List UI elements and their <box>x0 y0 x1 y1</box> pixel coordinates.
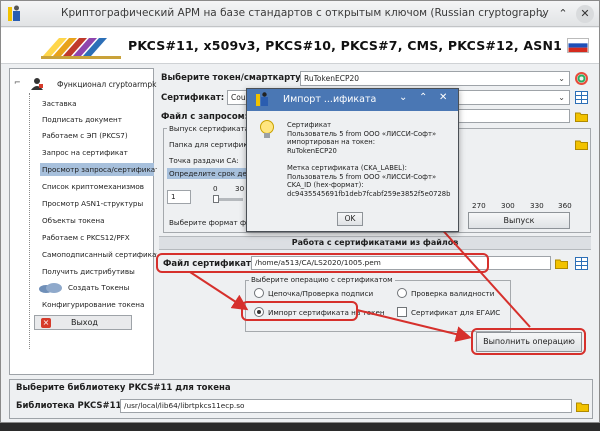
sidebar-item-selfsigned[interactable]: Самоподписанный сертификат <box>40 248 163 261</box>
msg-line: Пользователь 5 from ООО «ЛИССИ-Софт» <box>287 172 437 181</box>
cloud-icon <box>39 283 62 293</box>
token-label: Выберите токен/смарткарту: <box>161 73 305 83</box>
minimize-icon[interactable]: ⌄ <box>533 5 551 23</box>
library-label: Библиотека PKCS#11: <box>16 401 125 411</box>
user-icon <box>31 78 43 90</box>
header-banner: PKCS#11, x509v3, PKCS#10, PKCS#7, CMS, P… <box>1 28 599 64</box>
slider-tick: 300 <box>501 201 515 210</box>
highlight-cert-file <box>156 253 489 273</box>
maximize-icon[interactable]: ⌃ <box>554 5 572 23</box>
egais-checkbox[interactable] <box>397 307 407 317</box>
issue-button[interactable]: Выпуск <box>468 212 570 229</box>
dialog-message: Сертификат Пользователь 5 from ООО «ЛИСС… <box>287 121 450 198</box>
color-wheel-icon[interactable] <box>575 72 588 85</box>
function-tree: ⌐ Функционал cryptoarmpkcs Заставка Подп… <box>9 68 165 375</box>
app-person-icon <box>8 5 20 21</box>
sidebar-item-distributions[interactable]: Получить дистрибутивы <box>40 265 137 278</box>
request-file-input[interactable] <box>457 109 570 123</box>
dialog-minimize-icon[interactable]: ⌄ <box>399 92 407 103</box>
folder-icon[interactable] <box>575 110 588 123</box>
msg-line: Пользователь 5 from ООО «ЛИССИ-Софт» <box>287 129 437 138</box>
info-bulb-icon <box>260 120 274 138</box>
folder-icon[interactable] <box>576 400 589 413</box>
sidebar-item-request[interactable]: Запрос на сертификат <box>40 146 130 159</box>
cryptoarm-logo-icon <box>41 38 121 59</box>
highlight-run-button <box>471 328 586 355</box>
sidebar-item-splash[interactable]: Заставка <box>40 97 79 110</box>
tree-line <box>29 93 30 349</box>
table-icon[interactable] <box>575 257 588 270</box>
request-file-label: Файл с запросом: <box>161 112 249 122</box>
background-strip <box>0 423 600 431</box>
library-path-input[interactable]: /usr/local/lib64/librtpkcs11ecp.so <box>120 399 572 413</box>
pkcs11-library-panel: Выберите библиотеку PKCS#11 для токена Б… <box>9 379 593 419</box>
radio-chain[interactable] <box>254 288 264 298</box>
collapse-icon[interactable]: ⌐ <box>14 78 21 87</box>
library-panel-title: Выберите библиотеку PKCS#11 для токена <box>16 383 231 393</box>
folder-icon[interactable] <box>555 257 568 270</box>
dialog-title-bar: Импорт ...ификата ⌄ ⌃ ✕ <box>247 89 458 111</box>
title-bar: Криптографический АРМ на базе стандартов… <box>1 1 599 27</box>
slider-tick: 330 <box>530 201 544 210</box>
exit-label: Выход <box>71 318 98 327</box>
radio-validity-label: Проверка валидности <box>411 289 495 298</box>
radio-chain-label: Цепочка/Проверка подписи <box>268 289 374 298</box>
standards-heading: PKCS#11, x509v3, PKCS#10, PKCS#7, CMS, P… <box>128 38 563 53</box>
ok-button[interactable]: OK <box>337 212 363 226</box>
chevron-down-icon: ⌄ <box>558 74 565 83</box>
slider-tick: 360 <box>558 201 572 210</box>
msg-line: Метка сертификата (CKA_LABEL): <box>287 163 407 172</box>
ca-point-label: Точка раздачи CA: <box>169 156 239 165</box>
exit-button[interactable]: × Выход <box>34 315 132 330</box>
token-value: RuTokenECP20 <box>304 74 360 83</box>
issue-group-title: Выпуск сертификата <box>167 124 252 133</box>
highlight-import-option <box>241 301 358 321</box>
dialog-title: Импорт ...ификата <box>283 94 377 105</box>
close-icon[interactable]: ✕ <box>576 5 594 23</box>
chevron-down-icon: ⌄ <box>558 93 565 102</box>
msg-line: Сертификат <box>287 121 332 129</box>
slider-tick: 0 <box>213 184 218 193</box>
validity-spinner[interactable]: 1 <box>167 190 191 204</box>
table-icon[interactable] <box>575 91 588 104</box>
sidebar-item-token-objects[interactable]: Объекты токена <box>40 214 107 227</box>
russian-flag-icon[interactable] <box>567 38 589 53</box>
sidebar-item-pkcs7[interactable]: Работаем с ЭП (PKCS7) <box>40 129 130 142</box>
sidebar-item-create-tokens[interactable]: Создать Токены <box>66 281 131 294</box>
folder-icon[interactable] <box>575 138 588 151</box>
import-result-dialog: Импорт ...ификата ⌄ ⌃ ✕ Сертификат Польз… <box>246 88 459 232</box>
egais-label: Сертификат для ЕГАИС <box>411 308 501 317</box>
validity-slider-handle[interactable] <box>213 195 219 203</box>
operation-group-title: Выберите операцию с сертификатом <box>249 275 395 284</box>
sidebar-item-view-cert[interactable]: Просмотр запроса/сертификата <box>40 163 164 176</box>
msg-line: dc9435545691fb1deb7fcabf259e3852f5e0728b <box>287 189 451 198</box>
tree-root[interactable]: ⌐ Функционал cryptoarmpkcs <box>14 78 165 90</box>
window-title: Криптографический АРМ на базе стандартов… <box>61 7 549 19</box>
sidebar-item-pkcs12[interactable]: Работаем с PKCS12/PFX <box>40 231 132 244</box>
msg-line: импортирован на токен: <box>287 138 375 147</box>
dialog-close-icon[interactable]: ✕ <box>439 92 447 103</box>
cert-value: Cou <box>231 93 246 102</box>
sidebar-item-asn1[interactable]: Просмотр ASN1-структуры <box>40 197 145 210</box>
cert-label: Сертификат: <box>161 93 225 103</box>
tree-root-label: Функционал cryptoarmpkcs <box>57 80 165 89</box>
format-label: Выберите формат фа <box>169 218 251 227</box>
token-select[interactable]: RuTokenECP20 ⌄ <box>300 71 570 86</box>
msg-line: CKA_ID (hex-формат): <box>287 181 364 190</box>
sidebar-item-mechanisms[interactable]: Список криптомеханизмов <box>40 180 146 193</box>
app-person-icon <box>256 92 268 106</box>
dialog-maximize-icon[interactable]: ⌃ <box>419 92 427 103</box>
msg-line: RuTokenECP20 <box>287 146 337 155</box>
cert-folder-label: Папка для сертификат <box>169 140 257 149</box>
sidebar-item-sign[interactable]: Подписать документ <box>40 113 124 126</box>
sidebar-item-configure-token[interactable]: Конфигурирование токена <box>40 298 146 311</box>
exit-icon: × <box>41 318 51 328</box>
section-header: Работа с сертификатами из файлов <box>159 236 591 250</box>
slider-tick: 30 <box>235 184 245 193</box>
radio-validity[interactable] <box>397 288 407 298</box>
slider-tick: 270 <box>472 201 486 210</box>
